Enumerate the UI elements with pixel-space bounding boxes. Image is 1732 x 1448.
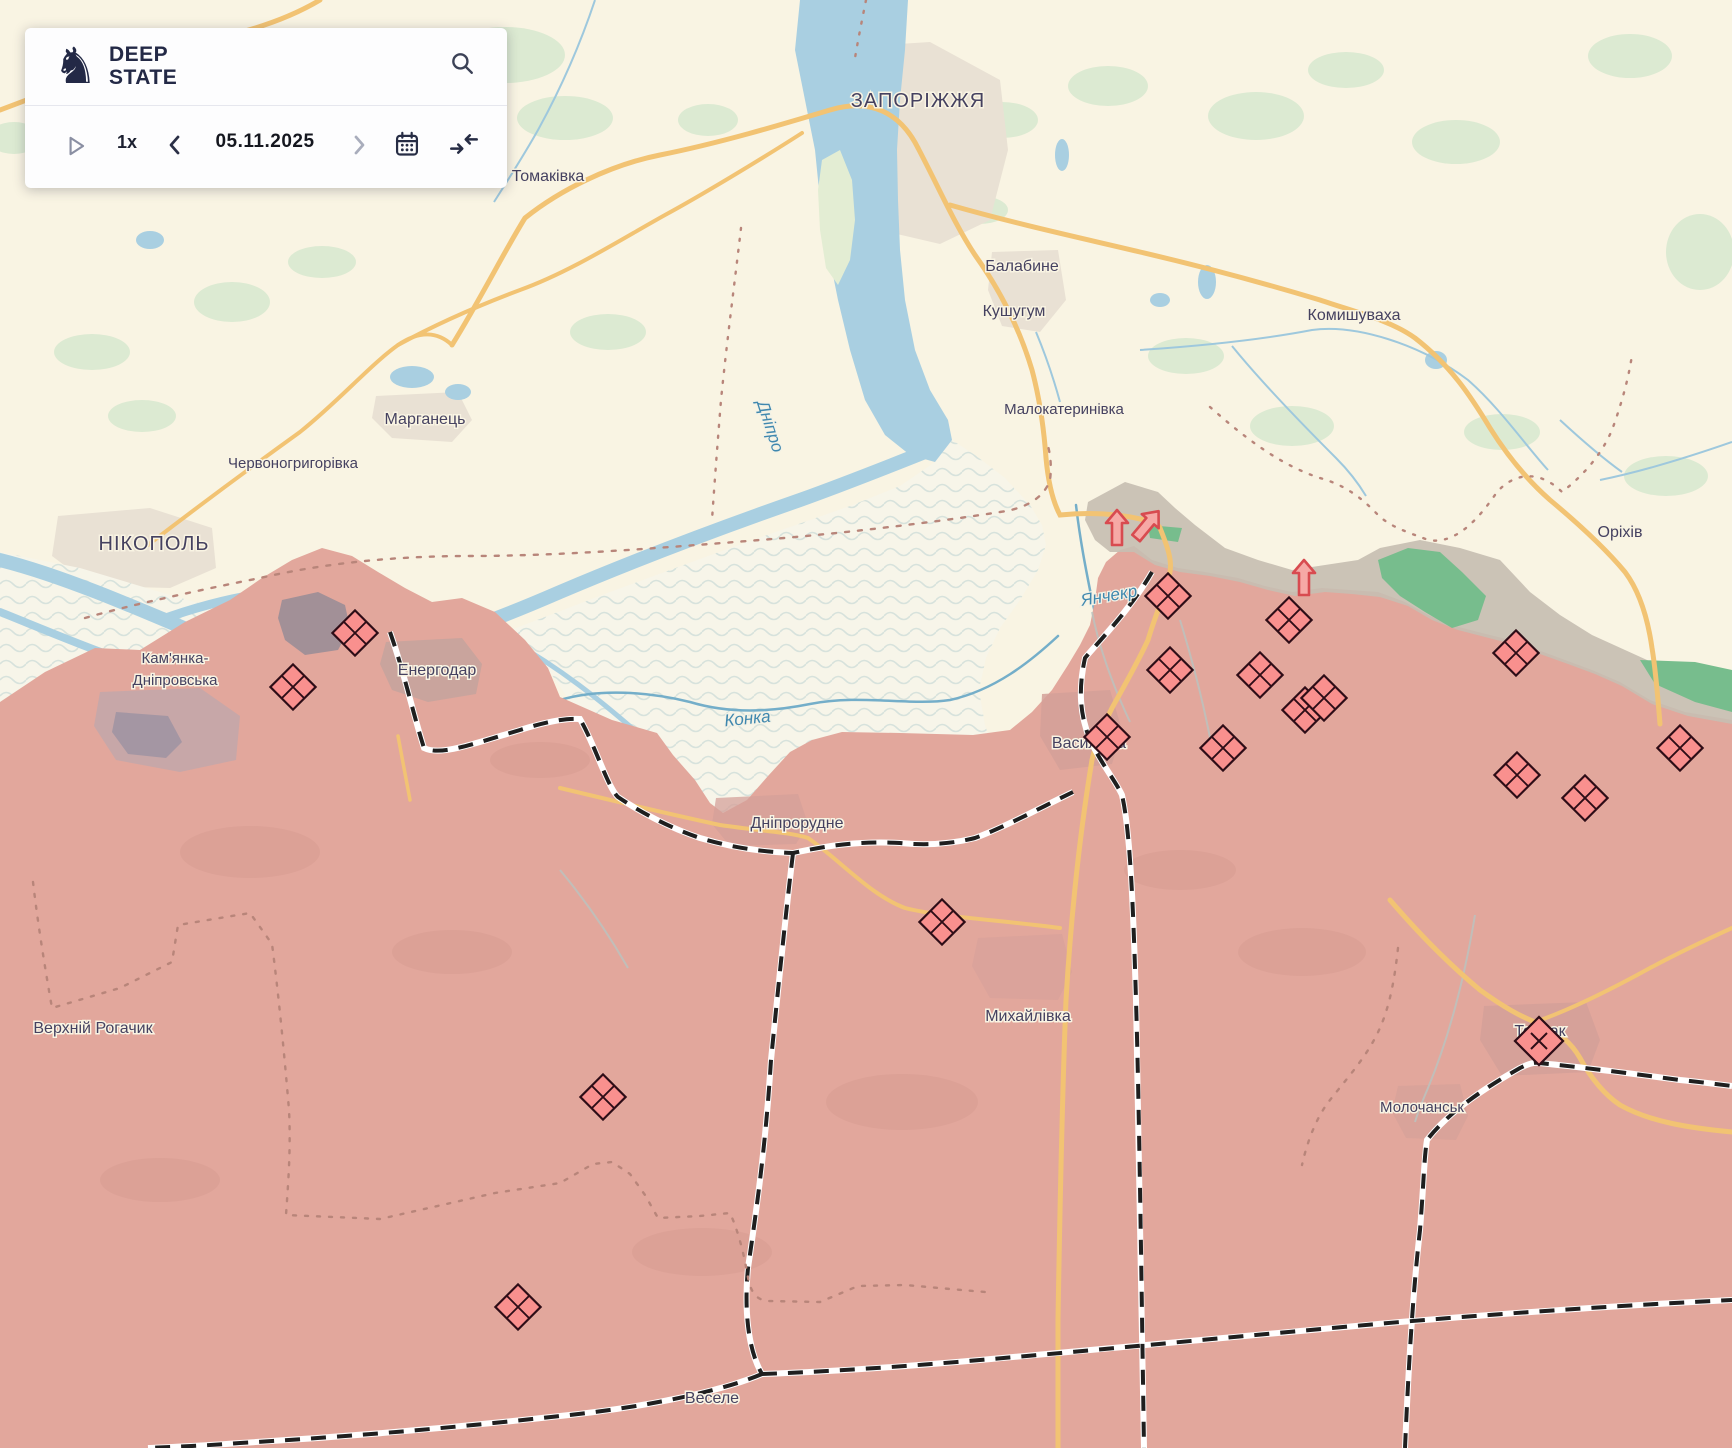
city-label: Малокатеринівка (1004, 401, 1124, 418)
city-label: Кам'янка- (142, 650, 209, 667)
deepstate-logo-knight-icon: ♞ (53, 36, 98, 96)
city-label: Михайлівка (985, 1008, 1071, 1025)
brand-line2: STATE (109, 66, 177, 89)
next-day-button[interactable] (347, 133, 371, 157)
city-label: Марганець (385, 411, 466, 428)
city-label: Дніпрорудне (751, 815, 844, 832)
city-label: ЗАПОРІЖЖЯ (851, 90, 985, 112)
city-label: Дніпровська (133, 672, 219, 689)
city-label: Балабине (985, 258, 1059, 275)
brand-line1: DEEP (109, 43, 177, 66)
control-panel: ♞ DEEP STATE 1x 05.11.2025 (25, 28, 507, 188)
date-display[interactable]: 05.11.2025 (195, 131, 335, 153)
war-map-canvas[interactable]: ЗАПОРІЖЖЯ Балабине Кушугум Комишуваха Малока… (0, 0, 1732, 1448)
city-label: Оріхів (1598, 524, 1643, 541)
brand-wordmark: DEEP STATE (109, 43, 177, 89)
city-label: Веселе (685, 1390, 739, 1407)
city-label: Верхній Рогачик (33, 1020, 153, 1037)
previous-day-button[interactable] (163, 133, 187, 157)
jump-to-latest-button[interactable] (449, 130, 479, 158)
city-label: Томаківка (512, 168, 585, 185)
speed-label[interactable]: 1x (109, 132, 145, 153)
city-label: НІКОПОЛЬ (99, 533, 210, 555)
chevron-right-icon (347, 133, 371, 157)
chevron-left-icon (163, 133, 187, 157)
city-label: Комишуваха (1308, 307, 1401, 324)
calendar-icon (393, 130, 421, 158)
deepstate-map-app: ЗАПОРІЖЖЯ Балабине Кушугум Комишуваха Малока… (0, 0, 1732, 1448)
search-button[interactable] (449, 50, 475, 76)
city-label: Кушугум (983, 303, 1046, 320)
calendar-button[interactable] (393, 130, 421, 158)
panel-header: ♞ DEEP STATE (25, 28, 507, 105)
play-icon (63, 133, 89, 159)
city-label: Енергодар (398, 662, 477, 679)
converging-arrows-icon (449, 130, 479, 158)
city-label: Молочанськ (1380, 1099, 1464, 1116)
city-label: Червоногригорівка (228, 455, 359, 472)
search-icon (449, 50, 475, 76)
timeline-controls: 1x 05.11.2025 (25, 106, 507, 188)
play-button[interactable] (63, 133, 89, 159)
